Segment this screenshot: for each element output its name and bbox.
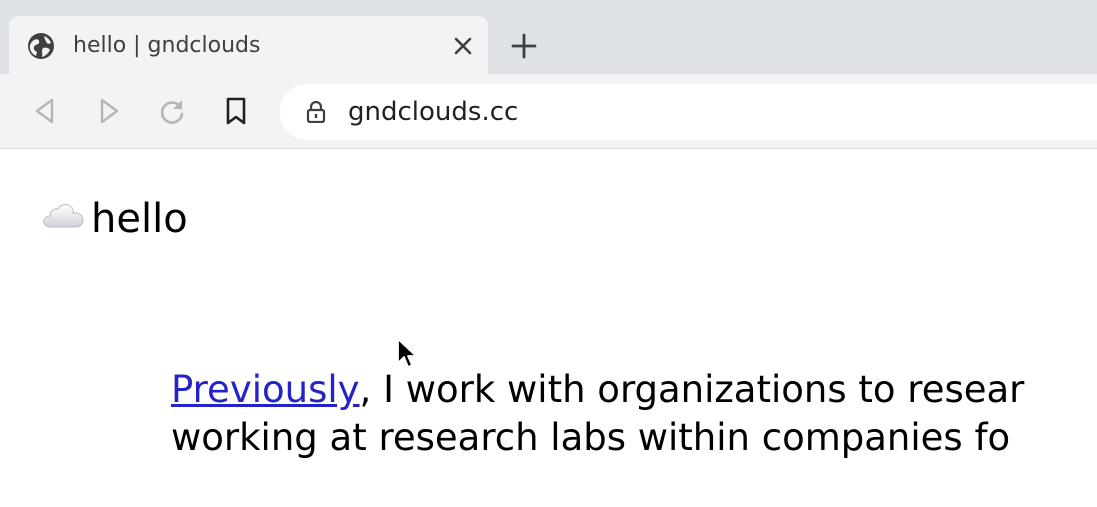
url-text[interactable]: gndclouds.cc bbox=[348, 96, 518, 128]
intro-line2: working at research labs within companie… bbox=[171, 416, 1011, 459]
reload-icon[interactable] bbox=[157, 96, 187, 126]
lock-icon bbox=[306, 101, 326, 123]
globe-icon bbox=[28, 33, 54, 59]
bookmark-icon[interactable] bbox=[221, 96, 251, 126]
close-icon[interactable] bbox=[452, 35, 474, 57]
intro-line1-rest: , I work with organizations to resear bbox=[359, 368, 1025, 411]
back-arrow-icon[interactable] bbox=[30, 96, 60, 126]
toolbar: gndclouds.cc bbox=[0, 74, 1097, 149]
address-bar[interactable]: gndclouds.cc bbox=[280, 84, 1097, 140]
cloud-icon bbox=[43, 204, 84, 228]
page-content: hello Previously, I work with organizati… bbox=[0, 149, 1097, 507]
forward-arrow-icon[interactable] bbox=[94, 96, 124, 126]
previously-link[interactable]: Previously bbox=[171, 368, 360, 411]
page-title: hello bbox=[91, 196, 188, 242]
tab-active[interactable]: hello | gndclouds bbox=[9, 16, 488, 74]
intro-paragraph: Previously, I work with organizations to… bbox=[171, 366, 1024, 462]
browser-window: hello | gndclouds gndclouds.cc hello Pre… bbox=[0, 0, 1097, 507]
tab-strip: hello | gndclouds bbox=[0, 0, 1097, 74]
plus-icon[interactable] bbox=[510, 32, 538, 60]
tab-title: hello | gndclouds bbox=[73, 33, 261, 58]
